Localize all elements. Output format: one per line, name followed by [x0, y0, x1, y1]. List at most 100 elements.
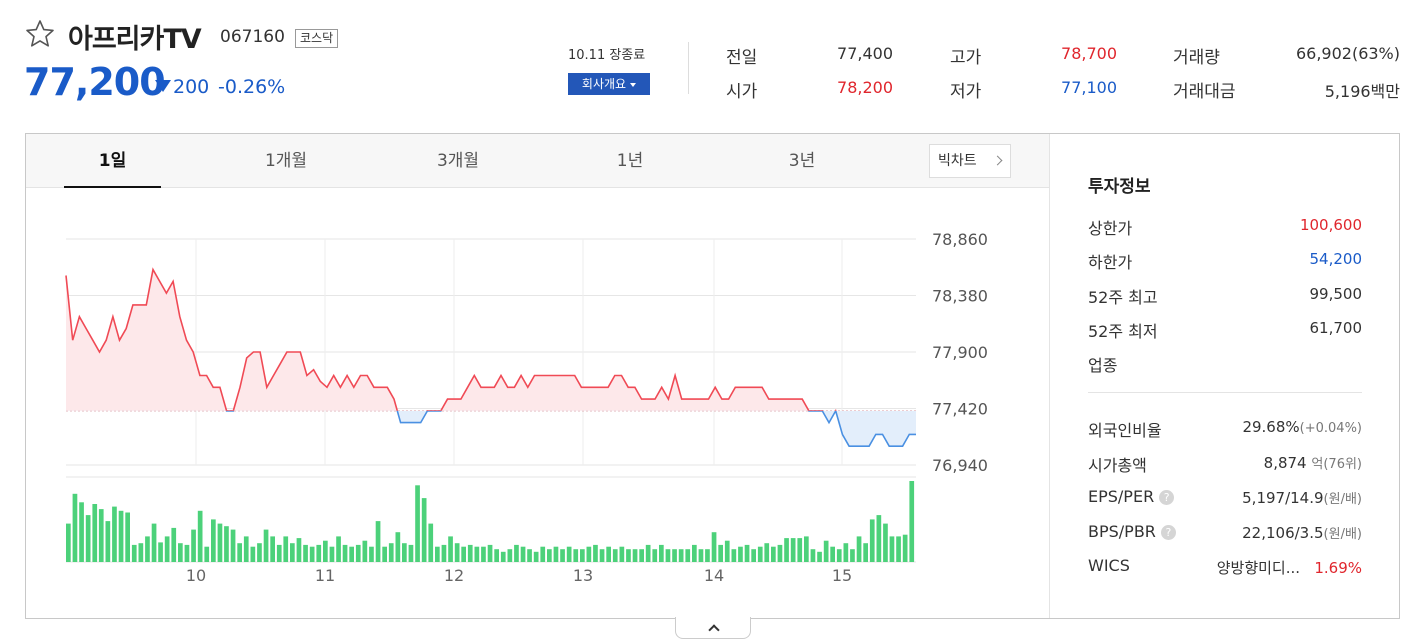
volume-bar: [92, 504, 98, 562]
volume-bar: [243, 536, 249, 562]
tab-3y[interactable]: 3년: [752, 134, 852, 188]
market-cap-sub: 억(76위): [1311, 457, 1362, 472]
bps-pbr-label: BPS/PBR: [1088, 522, 1156, 541]
volume-bar: [316, 544, 322, 562]
bigchart-button[interactable]: 빅차트: [929, 144, 1011, 178]
volume-bar: [355, 544, 361, 562]
volume-bar: [692, 544, 697, 562]
volume-bar: [500, 551, 506, 562]
info-value-market-cap: 8,874 억(76위): [1264, 453, 1362, 472]
foreign-ratio-sub: (+0.04%): [1299, 421, 1362, 436]
volume-bar: [296, 538, 302, 562]
info-label-wics: WICS: [1088, 556, 1130, 575]
volume-bar: [869, 519, 875, 562]
volume-bar: [395, 532, 401, 562]
info-value-foreign-ratio: 29.68%(+0.04%): [1242, 418, 1362, 436]
volume-bar: [303, 544, 308, 562]
volume-bar: [276, 544, 282, 562]
volume-bar: [738, 546, 743, 562]
volume-bar: [415, 485, 420, 562]
info-label-lower-limit: 하한가: [1088, 253, 1133, 272]
volume-bar: [494, 549, 499, 562]
volume-bar: [580, 549, 585, 562]
volume-bar: [204, 546, 210, 562]
tab-1y[interactable]: 1년: [580, 134, 680, 188]
market-badge: 코스닥: [295, 29, 339, 48]
volume-bar: [197, 510, 203, 562]
volume-bar: [145, 536, 150, 562]
volume-bar: [836, 549, 842, 562]
volume-bar: [461, 546, 466, 562]
stat-label-low: 저가: [950, 82, 982, 102]
volume-bar: [184, 544, 190, 562]
volume-bar: [711, 532, 717, 562]
x-tick-label: 13: [573, 566, 593, 585]
info-label-upper-limit: 상한가: [1088, 219, 1133, 238]
stat-label-volume: 거래량: [1173, 48, 1220, 68]
stat-value-open: 78,200: [837, 78, 893, 97]
volume-bar: [402, 543, 407, 562]
volume-bar: [659, 544, 664, 562]
price-change-percent: -0.26%: [218, 76, 286, 98]
bigchart-label: 빅차트: [938, 153, 977, 169]
period-tabs: 1일 1개월 3개월 1년 3년 빅차트: [26, 134, 1050, 188]
tab-1m[interactable]: 1개월: [236, 134, 336, 188]
volume-bar: [336, 536, 341, 562]
chart-panel: 1일 1개월 3개월 1년 3년 빅차트 78,860 78,380 77,900 7…: [25, 133, 1400, 619]
star-outline-icon[interactable]: [24, 18, 56, 50]
volume-bar: [474, 546, 480, 562]
volume-bar: [428, 523, 434, 562]
volume-bar: [797, 538, 803, 562]
x-tick-label: 14: [704, 566, 724, 585]
volume-bar: [626, 549, 631, 562]
stat-value-volume: 66,902(63%): [1295, 44, 1400, 63]
volume-bar: [408, 544, 414, 562]
volume-bar: [467, 544, 473, 562]
volume-bar: [718, 544, 723, 562]
help-icon[interactable]: ?: [1160, 525, 1176, 540]
volume-bar: [362, 540, 368, 562]
info-label-sector: 업종: [1088, 356, 1118, 375]
volume-bar: [599, 549, 605, 562]
volume-bar: [850, 549, 855, 562]
volume-bar: [66, 523, 71, 562]
volume-bar: [724, 540, 730, 562]
wics-sector-link[interactable]: 양방향미디...: [1217, 559, 1300, 577]
market-cap-value: 8,874: [1263, 454, 1307, 472]
volume-bar: [270, 536, 275, 562]
eps-per-label: EPS/PER: [1088, 487, 1155, 506]
chevron-up-icon: [708, 624, 720, 636]
volume-bar: [527, 549, 532, 562]
volume-bar: [421, 498, 427, 562]
tab-1d[interactable]: 1일: [64, 134, 161, 188]
volume-bar: [481, 546, 486, 562]
stat-label-open: 시가: [726, 82, 758, 102]
info-label-market-cap: 시가총액: [1088, 456, 1147, 475]
volume-bars: [66, 481, 915, 562]
info-label-eps-per: EPS/PER?: [1088, 487, 1175, 506]
stat-value-prev-close: 77,400: [837, 44, 893, 63]
tab-3m[interactable]: 3개월: [408, 134, 508, 188]
volume-bar: [435, 546, 440, 562]
volume-bar: [164, 536, 170, 562]
collapse-button[interactable]: [675, 617, 751, 639]
x-tick-label: 10: [186, 566, 206, 585]
chart-area: [65, 267, 916, 447]
company-overview-button[interactable]: 회사개요: [568, 73, 650, 95]
volume-bar: [606, 546, 611, 562]
volume-bar: [448, 536, 453, 562]
x-tick-label: 11: [315, 566, 335, 585]
help-icon[interactable]: ?: [1159, 490, 1175, 505]
y-tick-label: 77,900: [932, 343, 988, 362]
volume-bar: [171, 527, 177, 562]
volume-bar: [191, 529, 196, 562]
volume-bar: [349, 546, 354, 562]
volume-bar: [540, 546, 546, 562]
volume-bar: [217, 523, 223, 562]
volume-bar: [375, 521, 381, 562]
volume-bar: [388, 543, 394, 562]
info-value-eps-per: 5,197/14.9(원/배): [1242, 488, 1362, 507]
volume-bar: [685, 549, 691, 562]
volume-bar: [843, 543, 849, 562]
volume-bar: [817, 551, 822, 562]
